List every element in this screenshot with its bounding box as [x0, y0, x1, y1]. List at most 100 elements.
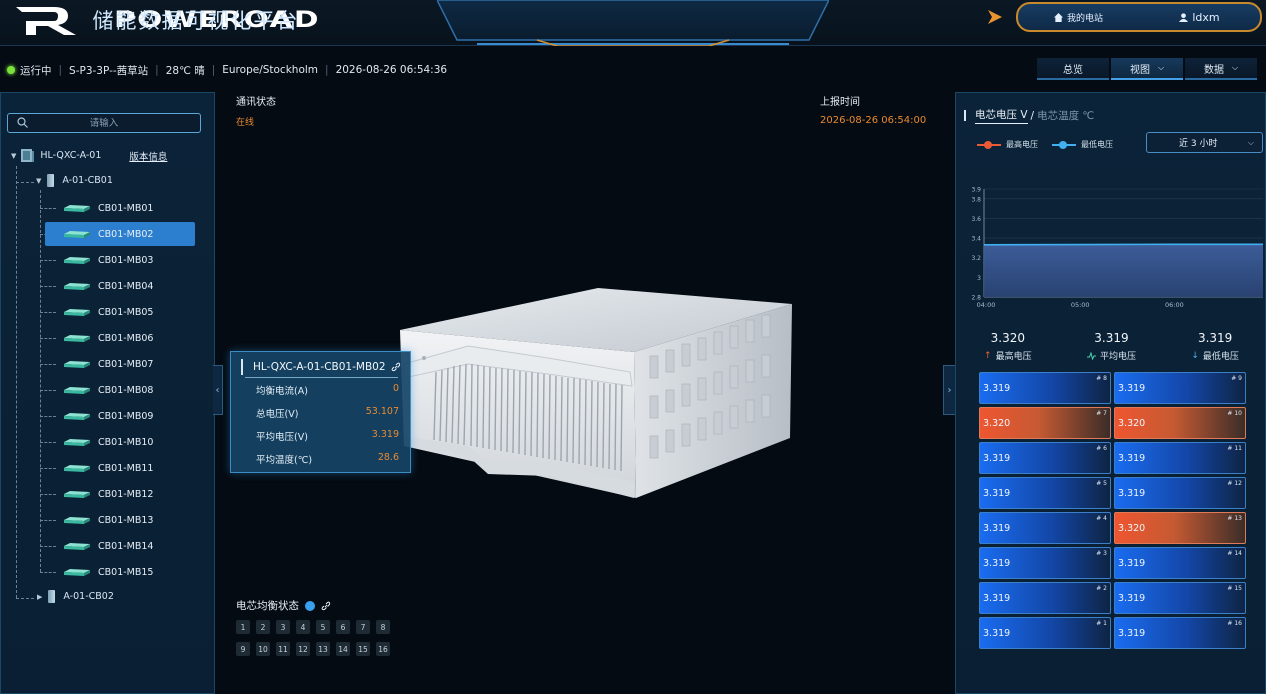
cell-voltage-tile[interactable]: 3.319 # 2 [979, 582, 1111, 614]
tab-data-label: 数据 [1203, 64, 1224, 76]
balance-cell: 9 [236, 642, 250, 656]
cell-voltage-tile[interactable]: 3.320 # 10 [1114, 407, 1246, 439]
cell-voltage-tile[interactable]: 3.319 # 14 [1114, 547, 1246, 579]
collapse-right-button[interactable]: › [943, 365, 955, 415]
cell-voltage-tile[interactable]: 3.319 # 9 [1114, 372, 1246, 404]
module-icon [64, 360, 90, 368]
user-icon [1179, 12, 1189, 22]
legend-swatch [1052, 140, 1076, 149]
weather: 28℃ 晴 [165, 64, 205, 77]
balance-cell: 3 [276, 620, 290, 634]
tree-node-module[interactable]: CB01-MB14 [45, 534, 195, 558]
cell-voltage-tile[interactable]: 3.319 # 3 [979, 547, 1111, 579]
tree-node-module[interactable]: CB01-MB15 [45, 560, 195, 584]
module-icon [64, 308, 90, 316]
tree-node-module[interactable]: CB01-MB06 [45, 326, 195, 350]
status-dot-icon [7, 66, 15, 74]
tree-node-cb01[interactable]: ▼ A-01-CB01 [36, 174, 113, 187]
balance-cell: 4 [296, 620, 310, 634]
cell-voltage-tile[interactable]: 3.319 # 16 [1114, 617, 1246, 649]
search-input[interactable] [8, 114, 200, 132]
divider: | [211, 64, 216, 76]
tree-node-module[interactable]: CB01-MB11 [45, 456, 195, 480]
my-station-button[interactable]: 我的电站 [1018, 11, 1139, 24]
legend-min[interactable]: 最低电压 [1052, 139, 1113, 150]
user-menu[interactable]: ldxm [1139, 11, 1260, 24]
arrow-up-icon: ↑ [984, 350, 992, 361]
tree-node-module[interactable]: CB01-MB04 [45, 274, 195, 298]
stat-value: 3.319 [1094, 331, 1129, 345]
link-icon[interactable] [321, 601, 331, 611]
tree-node-module[interactable]: CB01-MB09 [45, 404, 195, 428]
cell-voltage-tile[interactable]: 3.319 # 5 [979, 477, 1111, 509]
cell-voltage-tile[interactable]: 3.319 # 11 [1114, 442, 1246, 474]
chart-legend: 最高电压 最低电压 [977, 139, 1113, 150]
tree-node-module[interactable]: CB01-MB13 [45, 508, 195, 532]
tree-node-module[interactable]: CB01-MB02 [45, 222, 195, 246]
cell-voltage-tile[interactable]: 3.319 # 1 [979, 617, 1111, 649]
tree-node-module[interactable]: CB01-MB10 [45, 430, 195, 454]
area-fill [984, 244, 1263, 297]
cluster-icon [47, 174, 55, 187]
version-info-link[interactable]: 版本信息 [129, 149, 167, 163]
tree-node-module[interactable]: CB01-MB12 [45, 482, 195, 506]
device-tree-panel: ▼ HL-QXC-A-01 版本信息 ▼ A-01-CB01 ▶ A-01-CB… [0, 92, 215, 694]
cell-voltage-value: 3.319 [1118, 487, 1146, 499]
cell-voltage-tile[interactable]: 3.319 # 15 [1114, 582, 1246, 614]
cell-voltage-grid: 3.319 # 8 3.319 # 9 3.320 # 7 3.320 # 10 3.319 # … [979, 372, 1247, 649]
tree-node-module[interactable]: CB01-MB08 [45, 378, 195, 402]
module-icon [64, 256, 90, 264]
tab-marker [964, 110, 966, 121]
stat-value: 3.320 [990, 331, 1025, 345]
y-tick-label: 3.6 [971, 216, 981, 223]
link-icon[interactable] [391, 362, 401, 372]
collapse-left-button[interactable]: ‹ [213, 365, 223, 415]
nav-tabs: 总览 视图 ⌵ 数据 ⌵ [1037, 58, 1257, 80]
cell-voltage-tile[interactable]: 3.320 # 13 [1114, 512, 1246, 544]
cell-voltage-value: 3.319 [983, 557, 1011, 569]
legend-max[interactable]: 最高电压 [977, 139, 1038, 150]
tree-node-module[interactable]: CB01-MB01 [45, 196, 195, 220]
report-time-value: 2026-08-26 06:54:00 [820, 115, 927, 126]
caret-right-icon[interactable]: ▶ [37, 593, 42, 601]
comm-status: 通讯状态 在线 [236, 93, 276, 128]
root-label: HL-QXC-A-01 [40, 150, 102, 161]
tab-data[interactable]: 数据 ⌵ [1185, 58, 1257, 80]
tab-cell-temp[interactable]: 电芯温度 ℃ [1037, 108, 1094, 123]
module-icon [64, 282, 90, 290]
tab-cell-voltage[interactable]: 电芯电压 V [975, 107, 1028, 124]
comm-status-value: 在线 [236, 118, 255, 128]
cell-voltage-value: 3.319 [1118, 452, 1146, 464]
caret-down-icon[interactable]: ▼ [36, 177, 41, 185]
balance-cell: 6 [336, 620, 350, 634]
cell-voltage-value: 3.320 [1118, 417, 1146, 429]
info-dot-icon[interactable] [305, 600, 315, 611]
cell-voltage-tile[interactable]: 3.319 # 4 [979, 512, 1111, 544]
cell-voltage-tile[interactable]: 3.319 # 8 [979, 372, 1111, 404]
cell-index: # 2 [1096, 585, 1107, 592]
module-icon [64, 334, 90, 342]
cell-voltage-tile[interactable]: 3.320 # 7 [979, 407, 1111, 439]
stat-value: 3.319 [1197, 331, 1233, 345]
tree-node-module[interactable]: CB01-MB07 [45, 352, 195, 376]
cell-voltage-tile[interactable]: 3.319 # 12 [1114, 477, 1246, 509]
chevron-down-icon: ⌵ [1247, 137, 1254, 147]
cell-voltage-value: 3.320 [1118, 522, 1146, 534]
cell-index: # 7 [1096, 410, 1107, 417]
x-tick-label: 04:00 [977, 301, 996, 309]
tree-node-module[interactable]: CB01-MB03 [45, 248, 195, 272]
cell-voltage-value: 3.319 [983, 592, 1011, 604]
caret-down-icon[interactable]: ▼ [11, 152, 16, 160]
tab-overview[interactable]: 总览 [1037, 58, 1109, 80]
card-row: 平均温度(℃) 28.6 [256, 452, 630, 466]
time-range-select[interactable]: 近 3 小时 ⌵ [1146, 132, 1263, 153]
tree-node-module[interactable]: CB01-MB05 [45, 300, 195, 324]
play-arrow-icon[interactable] [986, 8, 1004, 26]
cell-voltage-tile[interactable]: 3.319 # 6 [979, 442, 1111, 474]
tree-node-cb02[interactable]: ▶ A-01-CB02 [37, 590, 114, 603]
tab-view[interactable]: 视图 ⌵ [1111, 58, 1183, 80]
tab-overview-label: 总览 [1063, 64, 1083, 76]
stat-label: 平均电压 [1099, 352, 1136, 362]
tree-root-node[interactable]: ▼ HL-QXC-A-01 版本信息 [11, 148, 167, 163]
row-value: 0 [392, 383, 399, 394]
